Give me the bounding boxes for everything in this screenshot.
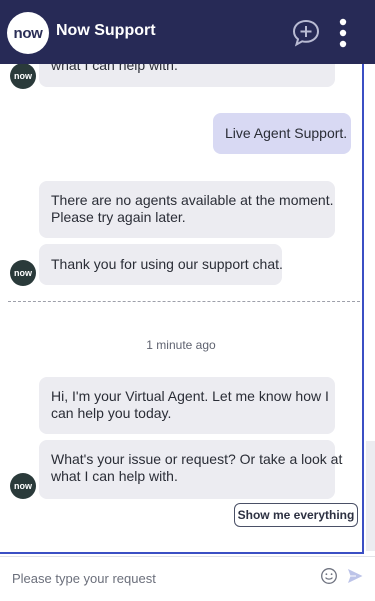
agent-message: There are no agents available at the mom… [39,181,335,238]
chat-plus-icon [292,19,320,47]
scrollbar-track[interactable] [366,441,375,551]
more-vertical-icon [339,18,347,48]
user-message: Live Agent Support. [213,113,351,154]
agent-avatar: now [10,473,36,499]
show-me-everything-button[interactable]: Show me everything [234,503,358,527]
agent-message: What's your issue or request? Or take a … [39,440,343,499]
message-text: Please try again later. [51,209,186,225]
message-text: Hi, I'm your Virtual Agent. Let me know … [51,388,329,404]
emoji-button[interactable] [320,567,338,585]
agent-message: Hi, I'm your Virtual Agent. Let me know … [39,377,335,434]
message-text: what I can help with. [51,64,178,73]
smiley-icon [321,568,337,584]
message-text: what I can help with. [51,468,178,484]
send-icon [348,569,363,583]
message-text: What's your issue or request? Or take a … [51,451,343,467]
message-text: There are no agents available at the mom… [51,192,334,208]
send-button[interactable] [346,567,364,585]
now-logo: now [7,12,49,54]
agent-message: what I can help with. [39,64,335,87]
message-text: Thank you for using our support chat. [51,256,283,272]
message-text: Live Agent Support. [225,125,348,141]
agent-avatar: now [10,260,36,286]
agent-avatar: now [10,64,36,89]
message-text: can help you today. [51,405,172,421]
timestamp: 1 minute ago [146,338,216,352]
chat-header: now Now Support [0,0,375,64]
message-composer [0,556,375,601]
chat-transcript[interactable]: what I can help with. now Live Agent Sup… [0,64,364,554]
more-options-button[interactable] [334,16,352,50]
message-input[interactable] [12,567,312,589]
new-chat-button[interactable] [290,17,322,49]
conversation-divider [8,301,360,302]
header-title: Now Support [56,22,156,39]
agent-message: Thank you for using our support chat. [39,244,283,285]
